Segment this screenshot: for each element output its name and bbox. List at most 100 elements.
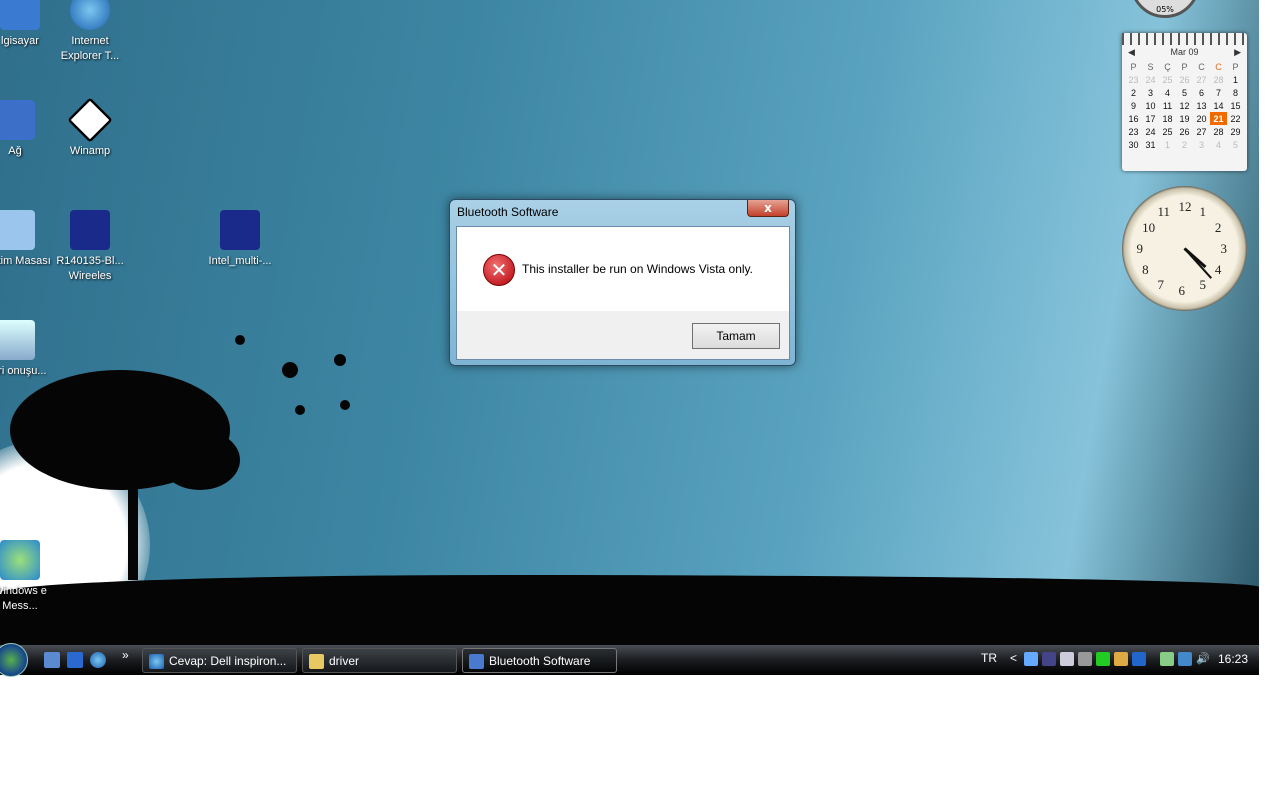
weekday-label: P	[1181, 61, 1188, 72]
calendar-day[interactable]: 28	[1210, 125, 1227, 138]
calendar-day[interactable]: 1	[1227, 73, 1244, 86]
calendar-day[interactable]: 17	[1142, 112, 1159, 125]
calendar-day[interactable]: 16	[1125, 112, 1142, 125]
clock-gadget[interactable]: 12 1 2 3 4 5 6 7 8 9 10 11	[1122, 186, 1247, 311]
switch-windows-icon[interactable]	[67, 652, 83, 668]
calendar-day[interactable]: 28	[1210, 73, 1227, 86]
meter-gadget[interactable]: 05%	[1130, 0, 1200, 18]
calendar-day[interactable]: 3	[1142, 86, 1159, 99]
calendar-gadget[interactable]: ◀ Mar 09 ▶ P S Ç P C C P 23 24 25 26 27 28 1 2 3 4 5 6 7 8 9 10 1…	[1122, 33, 1247, 171]
close-button[interactable]: x	[747, 200, 789, 217]
taskbar-clock[interactable]: 16:23	[1218, 652, 1248, 666]
calendar-day[interactable]: 27	[1193, 73, 1210, 86]
weekday-label: C	[1198, 61, 1205, 72]
network-tray-icon[interactable]	[1178, 652, 1192, 666]
calendar-grid: P S Ç P C C P 23 24 25 26 27 28 1 2 3 4 5 6 7 8 9 10 11 12 13 14 15…	[1125, 60, 1244, 151]
calendar-day[interactable]: 27	[1193, 125, 1210, 138]
desktop-icon-messenger[interactable]: Windows e Mess...	[0, 540, 60, 614]
calendar-day[interactable]: 30	[1125, 138, 1142, 151]
calendar-day[interactable]: 5	[1227, 138, 1244, 151]
ok-button[interactable]: Tamam	[692, 323, 780, 349]
calendar-day[interactable]: 22	[1227, 112, 1244, 125]
next-month-button[interactable]: ▶	[1234, 47, 1241, 58]
calendar-day[interactable]: 2	[1125, 86, 1142, 99]
calendar-day[interactable]: 25	[1159, 73, 1176, 86]
internet-explorer-icon[interactable]	[90, 652, 106, 668]
start-button[interactable]	[0, 643, 28, 677]
calendar-day[interactable]: 9	[1125, 99, 1142, 112]
task-cevap[interactable]: Cevap: Dell inspiron...	[142, 648, 297, 673]
calendar-day[interactable]: 12	[1176, 99, 1193, 112]
recycle-bin-icon	[0, 320, 35, 360]
winamp-icon	[67, 97, 113, 143]
calendar-day[interactable]: 5	[1176, 86, 1193, 99]
weekday-label: C	[1215, 61, 1222, 72]
installer-icon	[70, 210, 110, 250]
show-desktop-icon[interactable]	[44, 652, 60, 668]
power-tray-icon[interactable]	[1114, 652, 1128, 666]
calendar-day[interactable]: 13	[1193, 99, 1210, 112]
control-panel-icon	[0, 210, 35, 250]
calendar-day[interactable]: 20	[1193, 112, 1210, 125]
calendar-day[interactable]: 2	[1176, 138, 1193, 151]
tray-expand-button[interactable]: <	[1010, 651, 1017, 665]
ground-wallpaper	[0, 575, 1259, 645]
calendar-day[interactable]: 7	[1210, 86, 1227, 99]
calendar-day[interactable]: 24	[1142, 125, 1159, 138]
desktop-icon-winamp[interactable]: Winamp	[50, 97, 130, 159]
task-driver[interactable]: driver	[302, 648, 457, 673]
prev-month-button[interactable]: ◀	[1128, 47, 1135, 58]
error-dialog: Bluetooth Software x ✕ This installer be…	[449, 199, 796, 366]
calendar-month: Mar 09	[1170, 47, 1199, 57]
calendar-day[interactable]: 18	[1159, 112, 1176, 125]
battery-icon[interactable]	[1160, 652, 1174, 666]
calendar-day[interactable]: 10	[1142, 99, 1159, 112]
taskbar: » Cevap: Dell inspiron... driver Bluetoo…	[0, 643, 1259, 677]
calendar-day[interactable]: 8	[1227, 86, 1244, 99]
calendar-day[interactable]: 26	[1176, 125, 1193, 138]
desktop-icon-recycle-bin[interactable]: Geri onuşu...	[0, 320, 55, 379]
calendar-day[interactable]: 3	[1193, 138, 1210, 151]
calendar-day[interactable]: 25	[1159, 125, 1176, 138]
language-indicator[interactable]: TR	[981, 651, 997, 665]
calendar-day[interactable]: 26	[1176, 73, 1193, 86]
clock-number: 3	[1220, 240, 1228, 256]
desktop-icon-control-panel[interactable]: enetim Masası	[0, 210, 55, 269]
calendar-day[interactable]: 1	[1159, 138, 1176, 151]
clock-number: 11	[1157, 204, 1171, 220]
display-tray-icon[interactable]	[1060, 652, 1074, 666]
folder-icon	[309, 654, 324, 669]
calendar-day[interactable]: 6	[1193, 86, 1210, 99]
clock-number: 1	[1199, 204, 1207, 220]
calendar-day[interactable]: 4	[1210, 138, 1227, 151]
clock-number: 4	[1214, 261, 1222, 277]
desktop-icon-internet-explorer[interactable]: Internet Explorer T...	[50, 0, 130, 64]
desktop-icon-r140135[interactable]: R140135-Bl... Wireeles	[50, 210, 130, 284]
calendar-day[interactable]: 15	[1227, 99, 1244, 112]
clock-number: 2	[1214, 219, 1222, 235]
calendar-day[interactable]: 21	[1210, 112, 1227, 125]
wireless-tray-icon[interactable]	[1132, 652, 1146, 666]
clock-number: 6	[1178, 282, 1186, 298]
cs-tray-icon[interactable]	[1042, 652, 1056, 666]
calendar-day[interactable]: 24	[1142, 73, 1159, 86]
weekday-label: P	[1232, 61, 1239, 72]
calendar-day[interactable]: 19	[1176, 112, 1193, 125]
tree-wallpaper	[10, 335, 350, 580]
clock-number: 7	[1157, 276, 1165, 292]
calendar-day[interactable]: 23	[1125, 73, 1142, 86]
calendar-day[interactable]: 4	[1159, 86, 1176, 99]
desktop-icon-intel-multi[interactable]: Intel_multi-...	[200, 210, 280, 269]
calendar-day[interactable]: 14	[1210, 99, 1227, 112]
calendar-day[interactable]: 11	[1159, 99, 1176, 112]
quick-launch-overflow[interactable]: »	[122, 648, 129, 662]
usb-tray-icon[interactable]	[1078, 652, 1092, 666]
calendar-day[interactable]: 31	[1142, 138, 1159, 151]
calendar-day[interactable]: 23	[1125, 125, 1142, 138]
flag-tray-icon[interactable]	[1096, 652, 1110, 666]
calendar-day[interactable]: 29	[1227, 125, 1244, 138]
desktop-icon-network[interactable]: Ağ	[0, 100, 55, 159]
volume-icon[interactable]: 🔊	[1196, 652, 1210, 666]
messenger-tray-icon[interactable]	[1024, 652, 1038, 666]
task-bluetooth-software[interactable]: Bluetooth Software	[462, 648, 617, 673]
